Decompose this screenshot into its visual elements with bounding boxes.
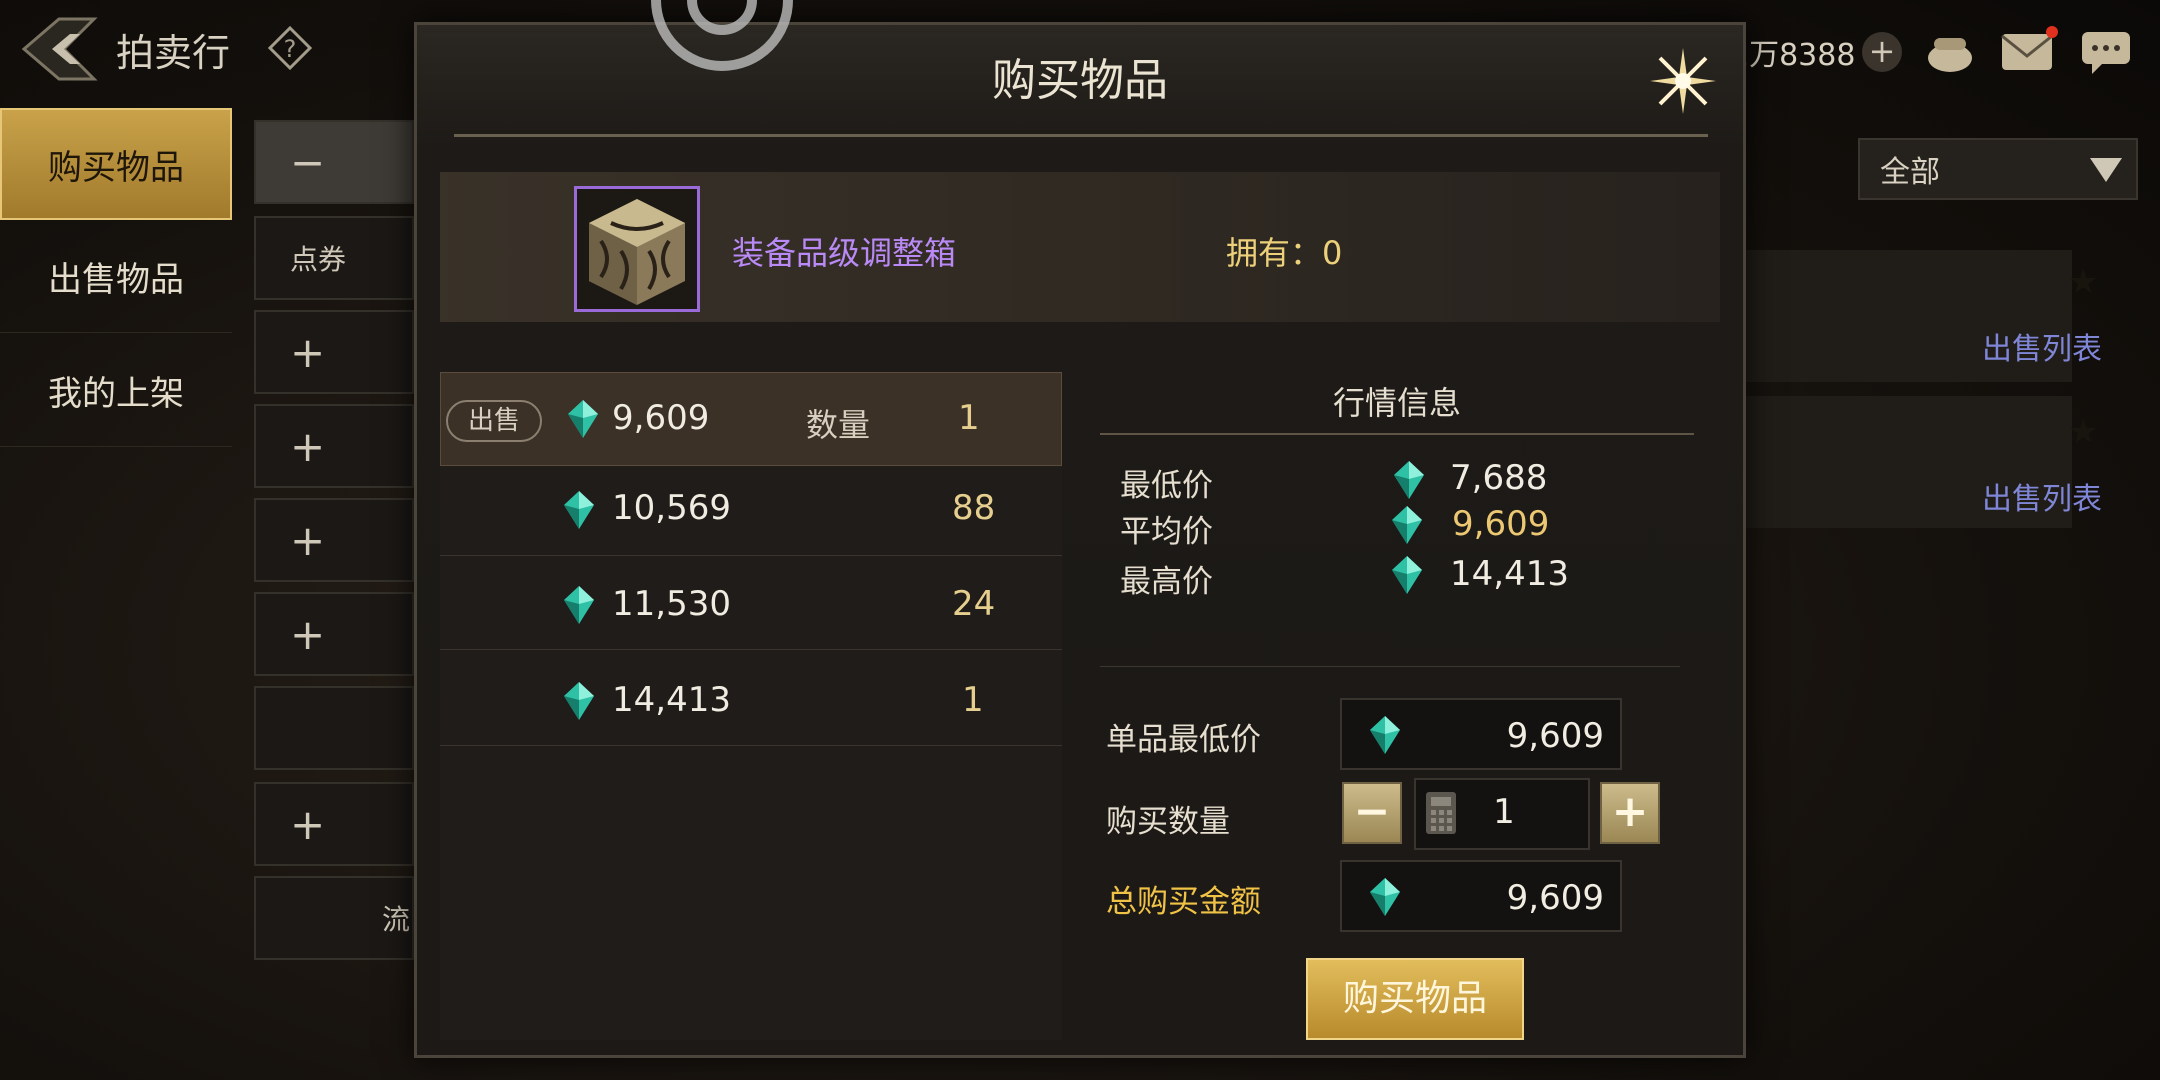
avg-price-value: 9,609 — [1452, 504, 1550, 544]
sidebar-item-my-listings[interactable]: 我的上架 — [0, 334, 232, 447]
cube-icon — [589, 199, 685, 305]
filter-dropdown[interactable]: 全部 — [1858, 138, 2138, 200]
sidebar-item-label: 出售物品 — [48, 259, 184, 300]
filter-selected: 全部 — [1880, 155, 1940, 190]
min-price-value: 7,688 — [1450, 458, 1548, 498]
unit-price-value: 9,609 — [1506, 716, 1604, 756]
star-icon[interactable]: ★ — [2068, 262, 2098, 302]
sidebar-item-buy[interactable]: 购买物品 — [0, 108, 232, 220]
listing-price: 11,530 — [612, 584, 731, 624]
dialog-title: 购买物品 — [992, 55, 1168, 106]
calculator-icon[interactable] — [1424, 790, 1458, 836]
sale-list-link[interactable]: 出售列表 — [1982, 324, 2102, 368]
max-price-label: 最高价 — [1120, 564, 1213, 600]
category-voucher[interactable]: 点券 — [254, 216, 414, 300]
gem-icon — [564, 682, 594, 720]
star-icon[interactable]: ★ — [2068, 412, 2098, 452]
section-divider — [1100, 666, 1680, 667]
max-price-value: 14,413 — [1450, 554, 1569, 594]
gem-icon — [564, 586, 594, 624]
quantity-increase-button[interactable]: + — [1600, 782, 1660, 844]
item-icon — [574, 186, 700, 312]
category-item[interactable] — [254, 686, 414, 770]
quantity-label: 购买数量 — [1106, 804, 1230, 840]
sell-badge: 出售 — [446, 400, 542, 442]
notification-dot — [2046, 26, 2058, 38]
total-field: 9,609 — [1340, 860, 1622, 932]
close-icon[interactable] — [1646, 44, 1720, 118]
category-expand-button[interactable]: + — [254, 592, 414, 676]
total-value: 9,609 — [1506, 878, 1604, 918]
total-label: 总购买金额 — [1106, 884, 1261, 920]
gem-icon — [568, 400, 598, 438]
buy-button[interactable]: 购买物品 — [1306, 958, 1524, 1040]
listing-quantity: 1 — [958, 398, 980, 438]
gem-icon — [1392, 506, 1422, 544]
listing-price: 14,413 — [612, 680, 731, 720]
gem-icon — [1392, 556, 1422, 594]
sidebar-item-label: 购买物品 — [48, 147, 184, 188]
unit-price-label: 单品最低价 — [1106, 722, 1261, 758]
market-info-title: 行情信息 — [1332, 384, 1461, 422]
unit-price-field: 9,609 — [1340, 698, 1622, 770]
listing-price: 10,569 — [612, 488, 731, 528]
category-expand-button[interactable]: + — [254, 404, 414, 488]
quantity-header: 数量 — [806, 406, 871, 444]
item-name: 装备品级调整箱 — [732, 234, 957, 272]
quantity-input[interactable]: 1 — [1460, 792, 1548, 832]
category-expand-button[interactable]: + — [254, 782, 414, 866]
listing-quantity: 88 — [952, 488, 996, 528]
owned-count: 拥有：0 — [1226, 234, 1343, 272]
category-circulation[interactable]: 流 — [254, 876, 414, 960]
gem-icon — [1394, 461, 1424, 499]
header-divider — [454, 134, 1708, 137]
min-price-label: 最低价 — [1120, 468, 1213, 504]
gem-icon — [1370, 716, 1400, 754]
gem-icon — [1370, 878, 1400, 916]
chevron-down-icon — [2090, 158, 2122, 182]
avg-price-label: 平均价 — [1120, 514, 1213, 550]
category-expand-button[interactable]: + — [254, 498, 414, 582]
quantity-decrease-button[interactable]: − — [1342, 782, 1402, 844]
market-divider — [1100, 433, 1694, 435]
category-expand-button[interactable]: + — [254, 310, 414, 394]
sale-list-link[interactable]: 出售列表 — [1982, 474, 2102, 518]
sidebar-item-sell[interactable]: 出售物品 — [0, 220, 232, 333]
listing-quantity: 1 — [962, 680, 984, 720]
category-collapse-button[interactable]: − — [254, 120, 414, 204]
listing-price: 9,609 — [612, 398, 710, 438]
sidebar-item-label: 我的上架 — [48, 373, 184, 414]
listing-quantity: 24 — [952, 584, 996, 624]
gem-icon — [564, 491, 594, 529]
